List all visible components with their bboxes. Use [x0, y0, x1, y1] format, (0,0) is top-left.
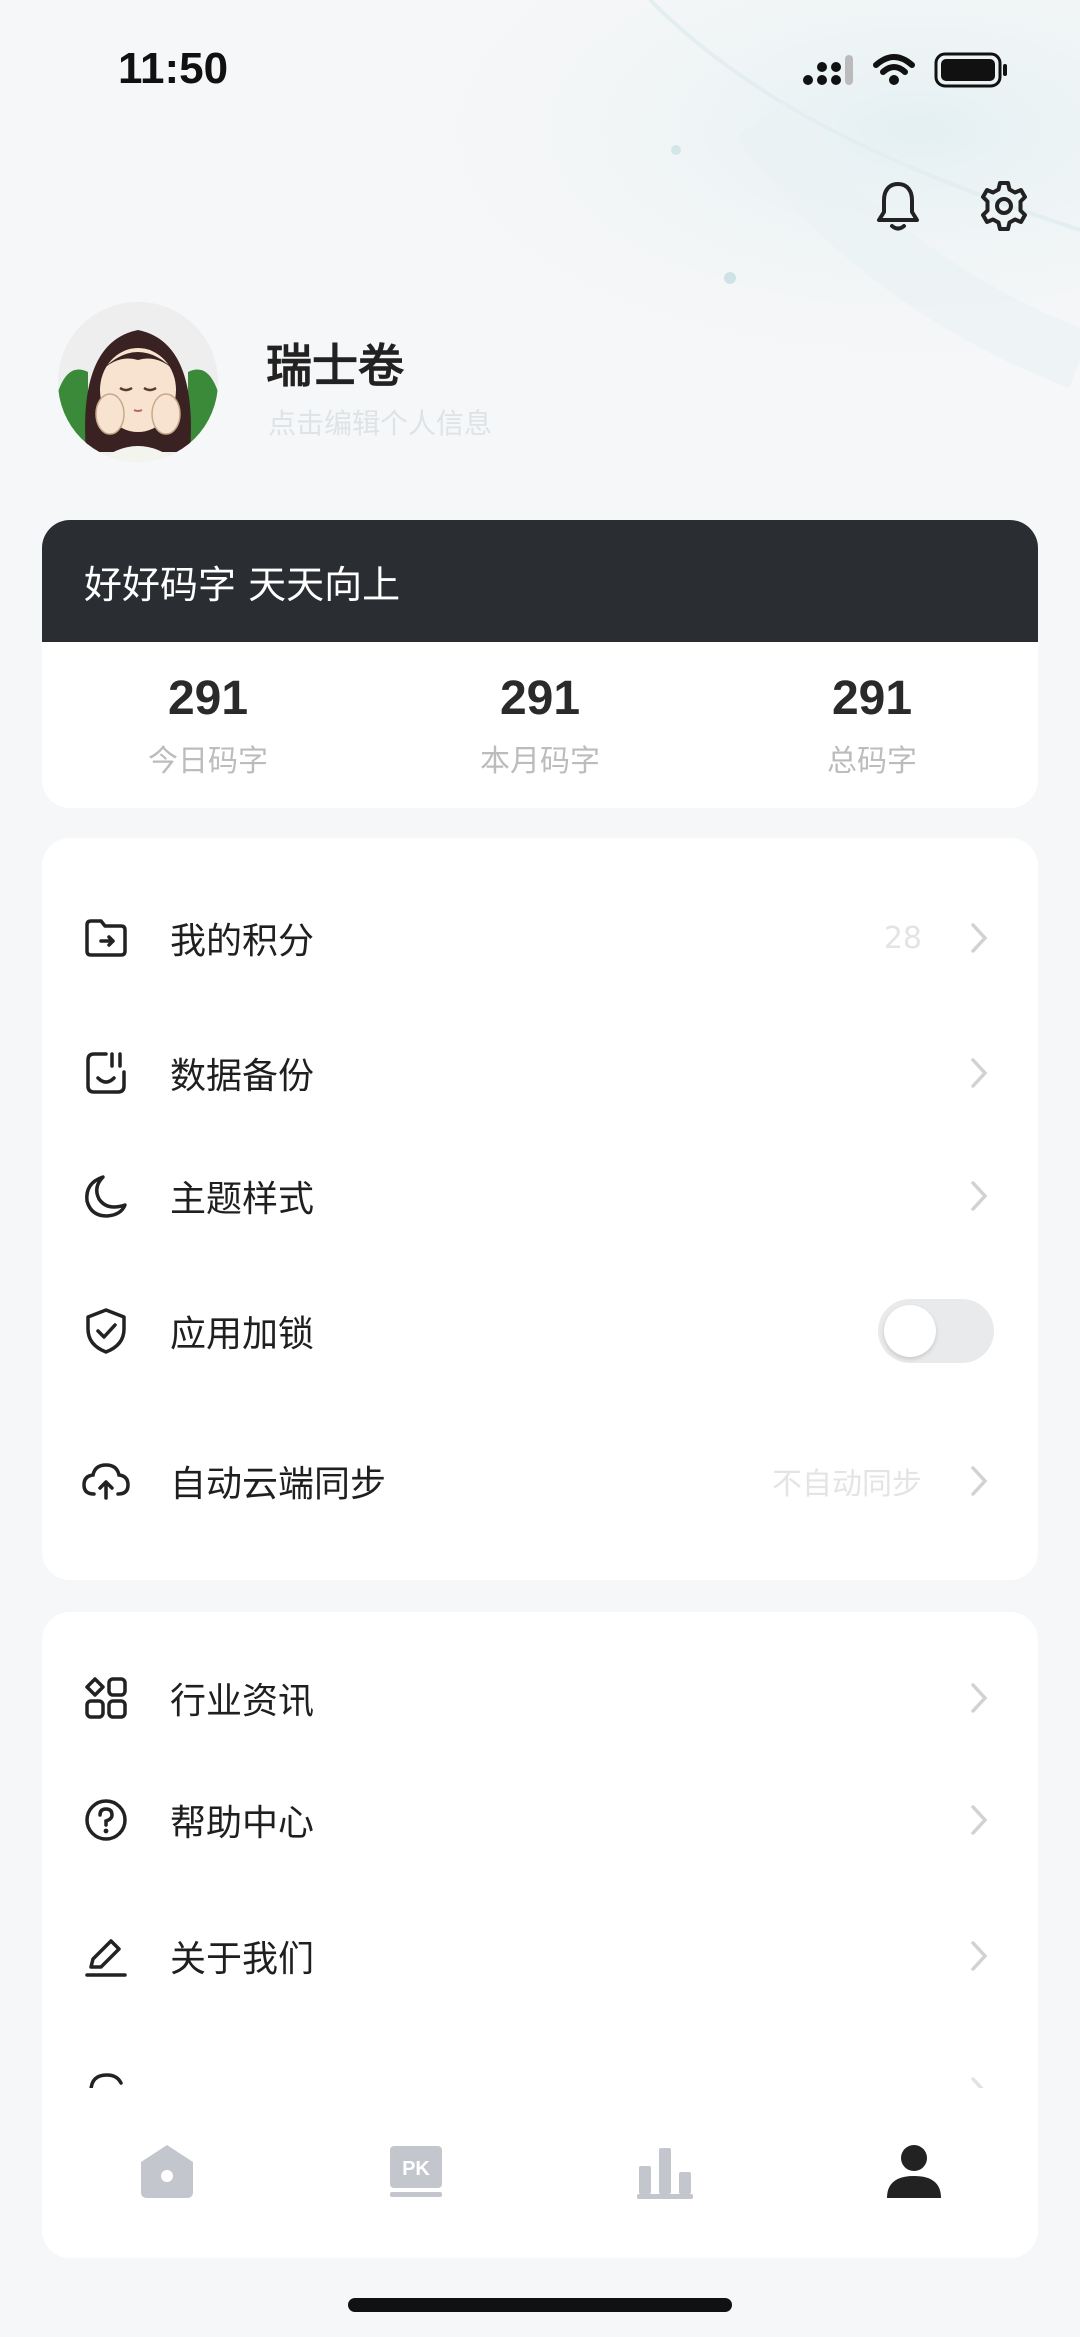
- points-value: 28: [883, 920, 922, 956]
- motto-banner: 好好码字 天天向上: [42, 520, 1038, 642]
- home-icon: [140, 2145, 193, 2198]
- menu-item-backup[interactable]: 数据备份: [42, 1023, 1038, 1123]
- avatar[interactable]: [58, 302, 218, 462]
- writing-stats-card: 好好码字 天天向上 291 今日码字 291 本月码字 291 总码字: [42, 520, 1038, 808]
- menu-item-cloud-sync[interactable]: 自动云端同步 不自动同步: [42, 1431, 1038, 1531]
- bell-icon: [877, 182, 919, 231]
- avatar-image: [58, 302, 218, 462]
- wifi-icon: [873, 54, 915, 85]
- settings-menu-group: 我的积分 28 数据备份 主题样式 应用加锁 自动云端同步 不自动同步: [42, 838, 1038, 1580]
- chevron-right-icon: [964, 1678, 994, 1718]
- pencil-icon: [80, 1930, 132, 1982]
- stat-total: 291 总码字: [706, 642, 1038, 808]
- chevron-right-icon: [964, 1053, 994, 1093]
- edit-profile-hint[interactable]: 点击编辑个人信息: [268, 402, 492, 442]
- tab-pk[interactable]: PK: [291, 2088, 540, 2258]
- tab-profile[interactable]: [789, 2088, 1038, 2258]
- settings-button[interactable]: [976, 178, 1032, 234]
- menu-item-app-lock: 应用加锁: [42, 1281, 1038, 1381]
- stat-label: 本月码字: [480, 743, 600, 779]
- menu-item-help-center[interactable]: 帮助中心: [42, 1770, 1038, 1870]
- profile-header[interactable]: 瑞士卷 点击编辑个人信息: [58, 302, 1018, 472]
- chevron-right-icon: [964, 1936, 994, 1976]
- stat-label: 总码字: [827, 743, 917, 779]
- menu-item-label: 数据备份: [170, 1056, 315, 1097]
- stat-month: 291 本月码字: [374, 642, 706, 808]
- menu-item-label: 行业资讯: [170, 1681, 315, 1722]
- stat-value: 291: [831, 671, 913, 725]
- menu-item-points[interactable]: 我的积分 28: [42, 888, 1038, 988]
- backup-icon: [80, 1047, 132, 1099]
- stat-value: 291: [167, 671, 249, 725]
- battery-icon: [934, 52, 1007, 88]
- pk-badge-text: PK: [402, 2158, 430, 2180]
- shield-check-icon: [80, 1305, 132, 1357]
- menu-item-label: 应用加锁: [170, 1314, 315, 1355]
- status-bar: 11:50: [0, 0, 1080, 140]
- notification-button[interactable]: [870, 178, 926, 234]
- stat-label: 今日码字: [148, 743, 268, 779]
- gear-icon: [981, 181, 1027, 231]
- menu-item-industry-news[interactable]: 行业资讯: [42, 1648, 1038, 1748]
- sync-setting-value: 不自动同步: [772, 1467, 922, 1502]
- user-name: 瑞士卷: [266, 339, 404, 393]
- tab-home[interactable]: [42, 2088, 291, 2258]
- cellular-signal-icon: [803, 55, 853, 85]
- chevron-right-icon: [964, 1461, 994, 1501]
- app-lock-toggle[interactable]: [878, 1299, 994, 1363]
- bar-chart-icon: [636, 2148, 693, 2199]
- menu-item-label: 帮助中心: [170, 1803, 315, 1844]
- tab-stats[interactable]: [540, 2088, 789, 2258]
- menu-item-theme[interactable]: 主题样式: [42, 1146, 1038, 1246]
- chevron-right-icon: [964, 1800, 994, 1840]
- bottom-tab-bar: PK: [42, 2088, 1038, 2258]
- pk-icon: PK: [389, 2146, 442, 2197]
- status-icons: [802, 52, 1010, 88]
- stats-row: 291 今日码字 291 本月码字 291 总码字: [42, 642, 1038, 808]
- menu-item-label: 主题样式: [170, 1179, 315, 1220]
- menu-item-label: 我的积分: [170, 921, 315, 962]
- stat-today: 291 今日码字: [42, 642, 374, 808]
- folder-icon: [80, 912, 132, 964]
- status-time: 11:50: [118, 44, 229, 93]
- menu-item-label: 自动云端同步: [170, 1464, 387, 1505]
- home-indicator: [348, 2298, 732, 2312]
- header-actions: [870, 178, 1032, 234]
- cloud-upload-icon: [80, 1455, 132, 1507]
- menu-item-label: 关于我们: [170, 1939, 315, 1980]
- help-circle-icon: [80, 1794, 132, 1846]
- moon-icon: [80, 1170, 132, 1222]
- grid-icon: [80, 1672, 132, 1724]
- chevron-right-icon: [964, 1176, 994, 1216]
- stat-value: 291: [499, 671, 581, 725]
- toggle-knob: [884, 1305, 936, 1357]
- person-icon: [886, 2145, 941, 2198]
- menu-item-about-us[interactable]: 关于我们: [42, 1906, 1038, 2006]
- chevron-right-icon: [964, 918, 994, 958]
